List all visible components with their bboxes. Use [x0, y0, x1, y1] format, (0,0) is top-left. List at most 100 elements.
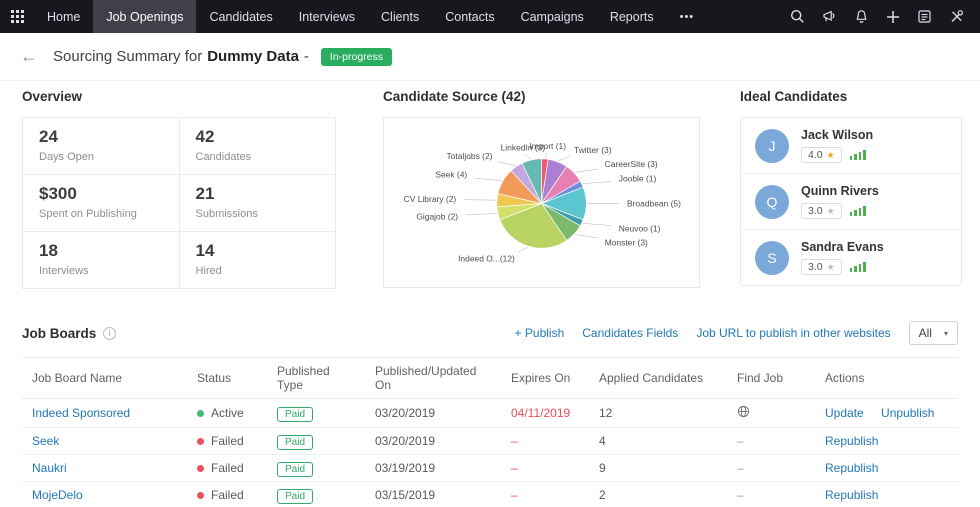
- stat-label: Candidates: [196, 151, 320, 163]
- nav-home[interactable]: Home: [34, 0, 93, 33]
- nav-job-openings[interactable]: Job Openings: [93, 0, 196, 33]
- filter-value: All: [919, 326, 932, 340]
- apps-grid-icon[interactable]: [0, 0, 34, 33]
- publish-link[interactable]: + Publish: [515, 326, 565, 340]
- rating-badge: 4.0 ★: [801, 147, 842, 163]
- signal-bars-icon: [850, 206, 866, 216]
- job-boards-table: Job Board Name Status Published Type Pub…: [22, 357, 958, 507]
- stat-label: Spent on Publishing: [39, 208, 163, 220]
- ideal-candidates-list: J Jack Wilson 4.0 ★ Q Quinn Rivers: [740, 117, 962, 286]
- table-row: Seek Failed Paid 03/20/2019 – 4 – Republ…: [22, 428, 958, 455]
- title-separator: -: [304, 48, 309, 65]
- stat-value: 18: [39, 241, 163, 261]
- search-icon[interactable]: [790, 9, 805, 24]
- candidate-source-title: Candidate Source (42): [383, 89, 700, 104]
- nav-items: Home Job Openings Candidates Interviews …: [34, 0, 707, 33]
- stat-hired: 14 Hired: [179, 232, 336, 289]
- top-navigation: Home Job Openings Candidates Interviews …: [0, 0, 980, 33]
- pie-leader-line: [575, 169, 598, 172]
- job-board-link[interactable]: Naukri: [32, 461, 67, 475]
- pie-leader-line: [558, 156, 570, 161]
- job-boards-header: Job Boards i + Publish Candidates Fields…: [22, 321, 958, 345]
- pie-leader-line: [575, 235, 598, 238]
- rating-value: 4.0: [808, 149, 823, 161]
- status-text: Failed: [211, 434, 244, 448]
- add-icon[interactable]: [886, 10, 900, 24]
- candidate-source-pie: Import (1)Twitter (3)CareerSite (3)Joobl…: [384, 118, 699, 287]
- candidate-name: Quinn Rivers: [801, 184, 879, 198]
- update-link[interactable]: Update: [825, 406, 864, 420]
- republish-link[interactable]: Republish: [825, 488, 878, 502]
- applied-count: 9: [589, 455, 727, 482]
- ideal-candidates-section: Ideal Candidates J Jack Wilson 4.0 ★ Q: [740, 89, 962, 286]
- status-text: Failed: [211, 461, 244, 475]
- overview-title: Overview: [22, 89, 336, 104]
- status-text: Active: [211, 406, 244, 420]
- paid-badge: Paid: [277, 407, 313, 422]
- candidates-fields-link[interactable]: Candidates Fields: [582, 326, 678, 340]
- col-published-type: Published Type: [267, 358, 365, 399]
- nav-candidates[interactable]: Candidates: [196, 0, 285, 33]
- col-find-job: Find Job: [727, 358, 815, 399]
- title-prefix: Sourcing Summary for: [53, 48, 202, 65]
- candidate-item-jack-wilson[interactable]: J Jack Wilson 4.0 ★: [741, 118, 961, 174]
- pie-leader-line: [474, 178, 502, 180]
- announcement-icon[interactable]: [822, 9, 837, 24]
- candidate-item-sandra-evans[interactable]: S Sandra Evans 3.0 ★: [741, 230, 961, 285]
- stat-days-open: 24 Days Open: [23, 118, 180, 175]
- candidate-name: Jack Wilson: [801, 128, 873, 142]
- pie-label-6: Monster (3): [605, 238, 648, 248]
- nav-clients[interactable]: Clients: [368, 0, 432, 33]
- star-icon: ★: [827, 151, 835, 160]
- pie-label-3: Jooble (1): [619, 173, 657, 183]
- recent-items-icon[interactable]: [917, 9, 932, 24]
- stat-submissions: 21 Submissions: [179, 175, 336, 232]
- status-badge: In-progress: [321, 48, 392, 66]
- setup-icon[interactable]: [949, 9, 964, 24]
- job-board-link[interactable]: Seek: [32, 434, 59, 448]
- nav-contacts[interactable]: Contacts: [432, 0, 507, 33]
- published-date: 03/20/2019: [365, 399, 501, 428]
- col-status: Status: [187, 358, 267, 399]
- republish-link[interactable]: Republish: [825, 434, 878, 448]
- pie-label-11: Totaljobs (2): [447, 151, 493, 161]
- job-board-link[interactable]: MojeDelo: [32, 488, 83, 502]
- expires-date: –: [501, 455, 589, 482]
- info-icon[interactable]: i: [103, 327, 116, 340]
- table-row: Naukri Failed Paid 03/19/2019 – 9 – Repu…: [22, 455, 958, 482]
- table-row: MojeDelo Failed Paid 03/15/2019 – 2 – Re…: [22, 482, 958, 507]
- chevron-down-icon: ▾: [944, 329, 948, 338]
- status-dot: [197, 438, 204, 445]
- nav-reports[interactable]: Reports: [597, 0, 667, 33]
- pie-label-1: Twitter (3): [574, 145, 612, 155]
- page-title: Sourcing Summary for Dummy Data -: [53, 48, 309, 65]
- avatar: S: [755, 241, 789, 275]
- unpublish-link[interactable]: Unpublish: [881, 406, 934, 420]
- job-board-link[interactable]: Indeed Sponsored: [32, 406, 130, 420]
- col-applied-candidates: Applied Candidates: [589, 358, 727, 399]
- find-job-empty: –: [727, 482, 815, 507]
- republish-link[interactable]: Republish: [825, 461, 878, 475]
- back-arrow-icon[interactable]: ←: [20, 46, 38, 67]
- candidate-name: Sandra Evans: [801, 240, 884, 254]
- nav-campaigns[interactable]: Campaigns: [508, 0, 597, 33]
- pie-label-2: CareerSite (3): [605, 159, 658, 169]
- candidate-item-quinn-rivers[interactable]: Q Quinn Rivers 3.0 ★: [741, 174, 961, 230]
- applied-count: 12: [589, 399, 727, 428]
- overview-stats-grid: 24 Days Open 42 Candidates $300 Spent on…: [22, 117, 336, 289]
- status-dot: [197, 410, 204, 417]
- nav-more[interactable]: •••: [667, 0, 708, 33]
- notification-bell-icon[interactable]: [854, 9, 869, 24]
- table-header-row: Job Board Name Status Published Type Pub…: [22, 358, 958, 399]
- pie-label-12: LinkedIn (3): [501, 142, 546, 152]
- pie-leader-line: [583, 223, 612, 225]
- job-url-link[interactable]: Job URL to publish in other websites: [696, 326, 890, 340]
- pie-leader-line: [519, 247, 528, 252]
- filter-select[interactable]: All ▾: [909, 321, 958, 345]
- pie-label-10: Seek (4): [435, 170, 467, 180]
- col-actions: Actions: [815, 358, 958, 399]
- find-job-globe-icon[interactable]: [737, 407, 750, 421]
- table-row: Indeed Sponsored Active Paid 03/20/2019 …: [22, 399, 958, 428]
- paid-badge: Paid: [277, 489, 313, 504]
- nav-interviews[interactable]: Interviews: [286, 0, 368, 33]
